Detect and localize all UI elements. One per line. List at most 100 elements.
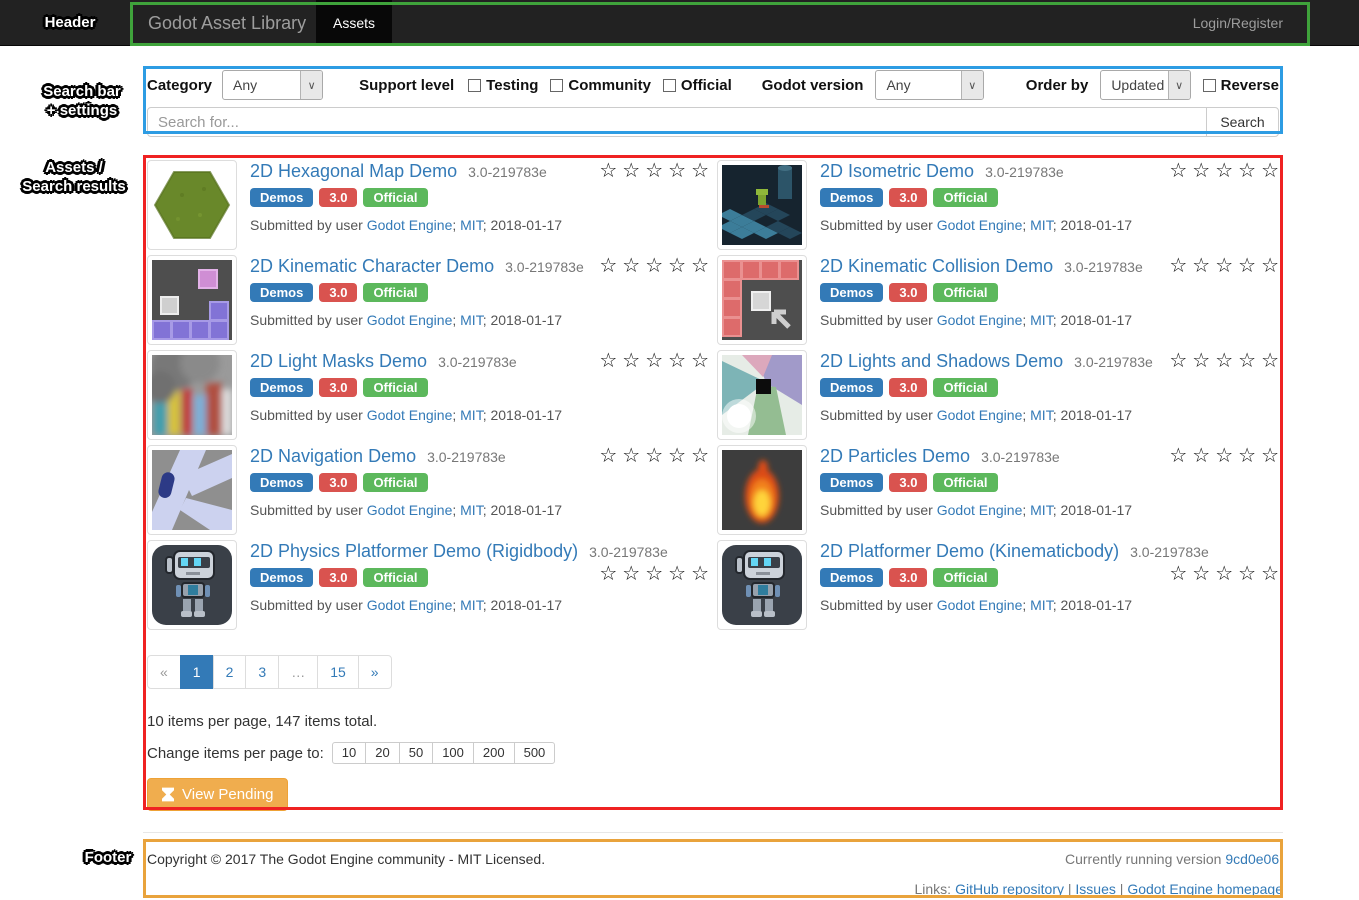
pagination-page-15[interactable]: 15	[317, 655, 359, 689]
badge-support[interactable]: Official	[363, 283, 427, 302]
badge-category[interactable]: Demos	[250, 283, 313, 302]
kinematic-character-thumbnail[interactable]	[147, 255, 237, 345]
brand-link[interactable]: Godot Asset Library	[148, 0, 306, 46]
checkbox-icon[interactable]	[468, 79, 481, 92]
footer-link-issues[interactable]: Issues	[1075, 881, 1115, 897]
robot-rigidbody-thumbnail[interactable]	[147, 540, 237, 630]
license-link[interactable]: MIT	[1030, 407, 1053, 423]
asset-title-link[interactable]: 2D Particles Demo	[820, 446, 970, 466]
license-link[interactable]: MIT	[1030, 217, 1053, 233]
badge-support[interactable]: Official	[933, 188, 997, 207]
badge-support[interactable]: Official	[363, 568, 427, 587]
badge-version[interactable]: 3.0	[889, 283, 927, 302]
per-page-option-10[interactable]: 10	[332, 742, 366, 764]
author-link[interactable]: Godot Engine	[937, 312, 1023, 328]
order-by-select[interactable]: Updated ∨	[1100, 70, 1190, 100]
support-option-official[interactable]: Official	[663, 77, 732, 94]
badge-category[interactable]: Demos	[250, 378, 313, 397]
badge-version[interactable]: 3.0	[319, 283, 357, 302]
badge-support[interactable]: Official	[363, 188, 427, 207]
light-masks-thumbnail[interactable]	[147, 350, 237, 440]
author-link[interactable]: Godot Engine	[937, 217, 1023, 233]
per-page-option-50[interactable]: 50	[399, 742, 433, 764]
license-link[interactable]: MIT	[460, 312, 483, 328]
author-link[interactable]: Godot Engine	[367, 217, 453, 233]
godot-version-select[interactable]: Any ∨	[875, 70, 983, 100]
category-select[interactable]: Any ∨	[222, 70, 323, 100]
per-page-option-100[interactable]: 100	[432, 742, 474, 764]
author-link[interactable]: Godot Engine	[367, 407, 453, 423]
checkbox-icon[interactable]	[550, 79, 563, 92]
view-pending-button[interactable]: View Pending	[147, 778, 288, 811]
badge-version[interactable]: 3.0	[889, 378, 927, 397]
author-link[interactable]: Godot Engine	[367, 312, 453, 328]
badge-support[interactable]: Official	[933, 568, 997, 587]
license-link[interactable]: MIT	[1030, 312, 1053, 328]
isometric-thumbnail[interactable]	[717, 160, 807, 250]
license-link[interactable]: MIT	[1030, 502, 1053, 518]
asset-title-link[interactable]: 2D Kinematic Character Demo	[250, 256, 494, 276]
author-link[interactable]: Godot Engine	[937, 407, 1023, 423]
badge-category[interactable]: Demos	[820, 283, 883, 302]
pagination-page-2[interactable]: 2	[213, 655, 247, 689]
hexagon-map-thumbnail[interactable]	[147, 160, 237, 250]
badge-category[interactable]: Demos	[250, 473, 313, 492]
author-link[interactable]: Godot Engine	[937, 597, 1023, 613]
author-link[interactable]: Godot Engine	[937, 502, 1023, 518]
license-link[interactable]: MIT	[460, 217, 483, 233]
license-link[interactable]: MIT	[460, 502, 483, 518]
badge-support[interactable]: Official	[933, 473, 997, 492]
asset-title-link[interactable]: 2D Physics Platformer Demo (Rigidbody)	[250, 541, 578, 561]
support-option-testing[interactable]: Testing	[468, 77, 538, 94]
checkbox-icon[interactable]	[1203, 79, 1216, 92]
badge-version[interactable]: 3.0	[889, 568, 927, 587]
badge-category[interactable]: Demos	[820, 473, 883, 492]
badge-support[interactable]: Official	[363, 473, 427, 492]
badge-version[interactable]: 3.0	[319, 378, 357, 397]
particles-thumbnail[interactable]	[717, 445, 807, 535]
badge-category[interactable]: Demos	[820, 188, 883, 207]
license-link[interactable]: MIT	[460, 407, 483, 423]
checkbox-icon[interactable]	[663, 79, 676, 92]
badge-category[interactable]: Demos	[250, 568, 313, 587]
version-link[interactable]: 9cd0e06	[1225, 851, 1279, 867]
badge-category[interactable]: Demos	[820, 568, 883, 587]
asset-title-link[interactable]: 2D Lights and Shadows Demo	[820, 351, 1063, 371]
license-link[interactable]: MIT	[460, 597, 483, 613]
badge-support[interactable]: Official	[933, 283, 997, 302]
badge-version[interactable]: 3.0	[319, 568, 357, 587]
asset-title-link[interactable]: 2D Navigation Demo	[250, 446, 416, 466]
lights-shadows-thumbnail[interactable]	[717, 350, 807, 440]
license-link[interactable]: MIT	[1030, 597, 1053, 613]
badge-version[interactable]: 3.0	[319, 473, 357, 492]
author-link[interactable]: Godot Engine	[367, 597, 453, 613]
footer-link-github-repository[interactable]: GitHub repository	[955, 881, 1064, 897]
login-register-link[interactable]: Login/Register	[1193, 0, 1283, 46]
search-input[interactable]	[147, 107, 1207, 137]
author-link[interactable]: Godot Engine	[367, 502, 453, 518]
support-option-community[interactable]: Community	[550, 77, 651, 94]
per-page-option-200[interactable]: 200	[473, 742, 515, 764]
asset-title-link[interactable]: 2D Hexagonal Map Demo	[250, 161, 457, 181]
badge-version[interactable]: 3.0	[889, 473, 927, 492]
pagination-next[interactable]: »	[358, 655, 392, 689]
pagination-page-3[interactable]: 3	[245, 655, 279, 689]
reverse-checkbox[interactable]: Reverse	[1203, 77, 1279, 94]
pagination-prev[interactable]: «	[147, 655, 181, 689]
per-page-option-20[interactable]: 20	[365, 742, 399, 764]
robot-kinematic-thumbnail[interactable]	[717, 540, 807, 630]
navigation-thumbnail[interactable]	[147, 445, 237, 535]
kinematic-collision-thumbnail[interactable]	[717, 255, 807, 345]
pagination-page-1[interactable]: 1	[180, 655, 214, 689]
badge-category[interactable]: Demos	[250, 188, 313, 207]
search-button[interactable]: Search	[1206, 107, 1279, 137]
badge-version[interactable]: 3.0	[319, 188, 357, 207]
footer-link-godot-engine-homepage[interactable]: Godot Engine homepage	[1127, 881, 1283, 897]
badge-support[interactable]: Official	[363, 378, 427, 397]
per-page-option-500[interactable]: 500	[514, 742, 556, 764]
asset-title-link[interactable]: 2D Isometric Demo	[820, 161, 974, 181]
badge-version[interactable]: 3.0	[889, 188, 927, 207]
asset-title-link[interactable]: 2D Kinematic Collision Demo	[820, 256, 1053, 276]
tab-assets[interactable]: Assets	[316, 0, 392, 46]
badge-support[interactable]: Official	[933, 378, 997, 397]
